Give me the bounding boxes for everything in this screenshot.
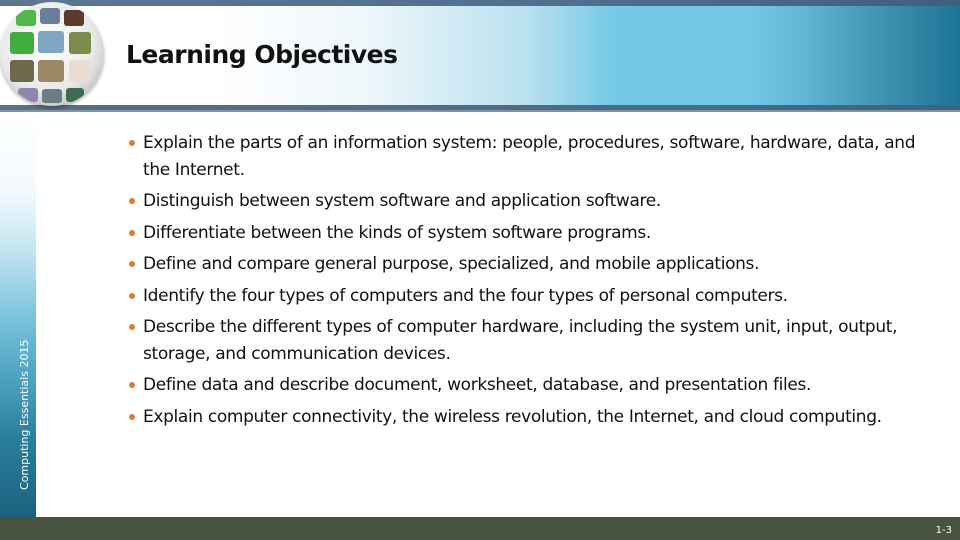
objective-text: Explain the parts of an information syst… xyxy=(143,133,916,180)
objective-item: Differentiate between the kinds of syste… xyxy=(126,220,926,247)
objective-item: Describe the different types of computer… xyxy=(126,314,926,367)
objective-item: Explain computer connectivity, the wirel… xyxy=(126,404,926,431)
bullet-icon xyxy=(129,198,135,204)
sidebar-label: Computing Essentials 2015 xyxy=(18,339,31,490)
photo-tile xyxy=(42,89,62,103)
footer-bar xyxy=(0,517,960,540)
bullet-icon xyxy=(129,229,135,236)
objective-item: Define and compare general purpose, spec… xyxy=(126,251,926,278)
objective-text: Identify the four types of computers and… xyxy=(143,285,788,306)
objective-text: Describe the different types of computer… xyxy=(143,317,898,364)
page-title: Learning Objectives xyxy=(126,40,398,69)
bullet-icon xyxy=(129,140,135,146)
bullet-icon xyxy=(129,413,135,420)
bullet-icon xyxy=(129,324,135,330)
photo-tile xyxy=(10,32,34,54)
objective-text: Define and compare general purpose, spec… xyxy=(143,254,760,274)
bullet-icon xyxy=(129,261,135,267)
photo-tile xyxy=(38,60,64,82)
photo-tile xyxy=(69,60,91,82)
photo-tile xyxy=(16,10,36,26)
photo-tile xyxy=(69,32,91,54)
objective-text: Distinguish between system software and … xyxy=(143,191,661,211)
globe-photo-mosaic-icon xyxy=(0,2,104,106)
objective-text: Explain computer connectivity, the wirel… xyxy=(143,406,882,427)
bullet-icon xyxy=(129,382,135,388)
photo-tile xyxy=(66,88,84,102)
photo-tile xyxy=(18,88,38,102)
objective-item: Explain the parts of an information syst… xyxy=(126,130,926,183)
objective-item: Distinguish between system software and … xyxy=(126,188,926,215)
objective-item: Define data and describe document, works… xyxy=(126,372,926,399)
objective-text: Define data and describe document, works… xyxy=(143,375,812,395)
objectives-list: Explain the parts of an information syst… xyxy=(126,130,926,435)
page-number: 1-3 xyxy=(935,525,952,536)
photo-tile xyxy=(38,31,64,53)
photo-tile xyxy=(40,8,60,24)
header-divider-shadow xyxy=(0,110,960,112)
photo-tile xyxy=(10,60,34,82)
bullet-icon xyxy=(129,292,135,299)
photo-tile xyxy=(64,10,84,26)
objective-item: Identify the four types of computers and… xyxy=(126,283,926,310)
objective-text: Differentiate between the kinds of syste… xyxy=(143,222,651,243)
